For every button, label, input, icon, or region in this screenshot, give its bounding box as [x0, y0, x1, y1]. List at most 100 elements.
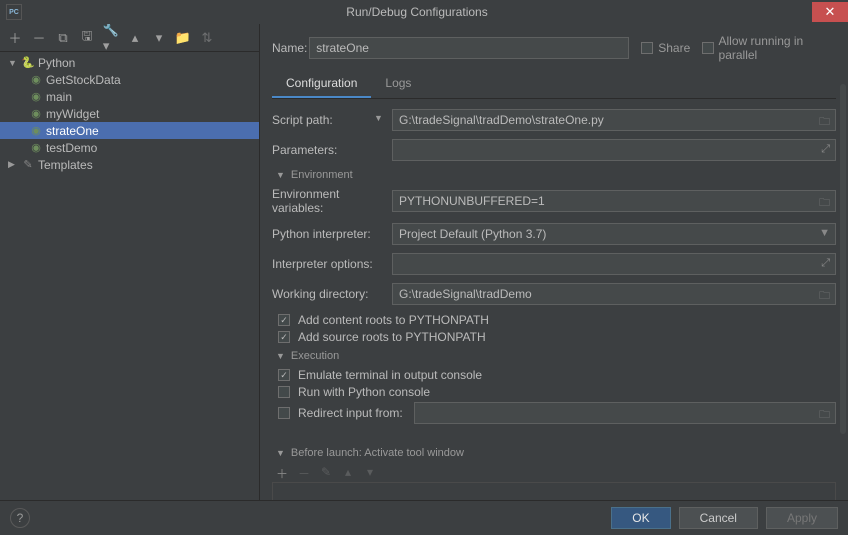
- emulate-terminal-checkbox[interactable]: [278, 369, 290, 381]
- edit-task-button[interactable]: ✎: [320, 465, 332, 482]
- folder-icon[interactable]: 🗀: [819, 287, 830, 306]
- sidebar-toolbar: ＋ － ⧉ 🖫 🔧▾ ▴ ▾ 📁 ⇅: [0, 24, 259, 52]
- interp-options-input[interactable]: [392, 253, 836, 275]
- dialog-footer: ? OK Cancel Apply: [0, 500, 848, 535]
- run-config-icon: ◉: [28, 124, 44, 137]
- tree-label: myWidget: [44, 107, 99, 121]
- interpreter-select[interactable]: Project Default (Python 3.7): [392, 223, 836, 245]
- cancel-button[interactable]: Cancel: [679, 507, 758, 529]
- content-panel: Name: Share Allow running in parallel Co…: [260, 24, 848, 500]
- workdir-value: G:\tradeSignal\tradDemo: [399, 287, 532, 301]
- script-path-field[interactable]: G:\tradeSignal\tradDemo\strateOne.py: [392, 109, 836, 131]
- tab-configuration[interactable]: Configuration: [272, 70, 371, 98]
- run-config-icon: ◉: [28, 107, 44, 120]
- move-task-up-button[interactable]: ▴: [342, 465, 354, 482]
- app-icon: PC: [6, 4, 22, 20]
- interp-options-label: Interpreter options:: [272, 257, 392, 271]
- run-console-label: Run with Python console: [298, 385, 430, 399]
- config-tree: ▼ 🐍 Python ◉ GetStockData ◉ main ◉ myWid…: [0, 52, 259, 175]
- wrench-button[interactable]: 🔧▾: [104, 31, 118, 45]
- workdir-field[interactable]: G:\tradeSignal\tradDemo: [392, 283, 836, 305]
- add-source-roots-label: Add source roots to PYTHONPATH: [298, 330, 486, 344]
- tree-item-strateone[interactable]: ◉ strateOne: [0, 122, 259, 139]
- add-content-roots-label: Add content roots to PYTHONPATH: [298, 313, 489, 327]
- env-vars-value: PYTHONUNBUFFERED=1: [399, 194, 545, 208]
- allow-parallel-label: Allow running in parallel: [719, 34, 836, 62]
- chevron-down-icon: ▼: [8, 58, 20, 68]
- window-title: Run/Debug Configurations: [22, 5, 812, 19]
- script-path-dropdown-icon[interactable]: ▼: [374, 113, 383, 123]
- folder-button[interactable]: 📁: [176, 31, 190, 45]
- folder-icon[interactable]: 🗀: [819, 194, 830, 213]
- emulate-terminal-label: Emulate terminal in output console: [298, 368, 482, 382]
- tree-label: Templates: [36, 158, 93, 172]
- tree-label: main: [44, 90, 72, 104]
- add-content-roots-checkbox[interactable]: [278, 314, 290, 326]
- redirect-input-checkbox[interactable]: [278, 407, 290, 419]
- parameters-input[interactable]: [392, 139, 836, 161]
- add-task-button[interactable]: ＋: [276, 465, 288, 482]
- section-execution[interactable]: ▼Execution: [276, 350, 836, 362]
- remove-task-button[interactable]: －: [298, 465, 310, 482]
- remove-config-button[interactable]: －: [32, 31, 46, 45]
- tree-item-getstockdata[interactable]: ◉ GetStockData: [0, 71, 259, 88]
- folder-icon[interactable]: 🗀: [819, 113, 830, 132]
- chevron-down-icon[interactable]: ▼: [819, 227, 830, 239]
- help-button[interactable]: ?: [10, 508, 30, 528]
- tab-logs[interactable]: Logs: [371, 70, 425, 98]
- script-path-value: G:\tradeSignal\tradDemo\strateOne.py: [399, 113, 604, 127]
- tree-item-main[interactable]: ◉ main: [0, 88, 259, 105]
- move-task-down-button[interactable]: ▾: [364, 465, 376, 482]
- no-tasks-message: There are no tasks to run before launch: [272, 488, 836, 500]
- tree-label: GetStockData: [44, 73, 121, 87]
- expand-icon[interactable]: ⤢: [821, 143, 830, 156]
- section-before-launch[interactable]: ▼Before launch: Activate tool window: [276, 447, 836, 459]
- copy-config-button[interactable]: ⧉: [56, 31, 70, 45]
- templates-icon: ✎: [20, 158, 36, 171]
- share-label: Share: [658, 41, 690, 55]
- env-vars-label: Environment variables:: [272, 187, 392, 215]
- title-bar: PC Run/Debug Configurations ✕: [0, 0, 848, 24]
- vertical-scrollbar[interactable]: [840, 84, 846, 434]
- tree-node-templates[interactable]: ▶ ✎ Templates: [0, 156, 259, 173]
- workdir-label: Working directory:: [272, 287, 392, 301]
- run-console-checkbox[interactable]: [278, 386, 290, 398]
- name-input[interactable]: [309, 37, 629, 59]
- share-checkbox[interactable]: [641, 42, 653, 54]
- env-vars-field[interactable]: PYTHONUNBUFFERED=1: [392, 190, 836, 212]
- add-source-roots-checkbox[interactable]: [278, 331, 290, 343]
- chevron-down-icon: ▼: [276, 448, 285, 458]
- tree-label: strateOne: [44, 124, 99, 138]
- move-down-button[interactable]: ▾: [152, 31, 166, 45]
- tree-item-mywidget[interactable]: ◉ myWidget: [0, 105, 259, 122]
- section-environment[interactable]: ▼Environment: [276, 169, 836, 181]
- tree-node-python[interactable]: ▼ 🐍 Python: [0, 54, 259, 71]
- tabs: Configuration Logs: [272, 70, 836, 99]
- chevron-down-icon: ▼: [276, 351, 285, 361]
- before-launch-toolbar: ＋ － ✎ ▴ ▾: [276, 465, 836, 482]
- name-label: Name:: [272, 41, 309, 55]
- interpreter-label: Python interpreter:: [272, 227, 392, 241]
- tree-item-testdemo[interactable]: ◉ testDemo: [0, 139, 259, 156]
- add-config-button[interactable]: ＋: [8, 31, 22, 45]
- apply-button[interactable]: Apply: [766, 507, 838, 529]
- sidebar: ＋ － ⧉ 🖫 🔧▾ ▴ ▾ 📁 ⇅ ▼ 🐍 Python ◉ GetStock…: [0, 24, 260, 500]
- move-up-button[interactable]: ▴: [128, 31, 142, 45]
- folder-icon[interactable]: 🗀: [819, 406, 830, 425]
- run-config-icon: ◉: [28, 141, 44, 154]
- python-icon: 🐍: [20, 56, 36, 69]
- parameters-label: Parameters:: [272, 143, 392, 157]
- chevron-down-icon: ▼: [276, 170, 285, 180]
- run-config-icon: ◉: [28, 73, 44, 86]
- ok-button[interactable]: OK: [611, 507, 670, 529]
- expand-icon[interactable]: ⤢: [821, 257, 830, 270]
- redirect-input-field[interactable]: [414, 402, 836, 424]
- sort-button[interactable]: ⇅: [200, 31, 214, 45]
- redirect-input-label: Redirect input from:: [298, 406, 406, 420]
- window-close-button[interactable]: ✕: [812, 2, 848, 22]
- save-config-button[interactable]: 🖫: [80, 31, 94, 45]
- run-config-icon: ◉: [28, 90, 44, 103]
- tree-label: testDemo: [44, 141, 97, 155]
- allow-parallel-checkbox[interactable]: [702, 42, 713, 54]
- interpreter-value: Project Default (Python 3.7): [399, 227, 546, 241]
